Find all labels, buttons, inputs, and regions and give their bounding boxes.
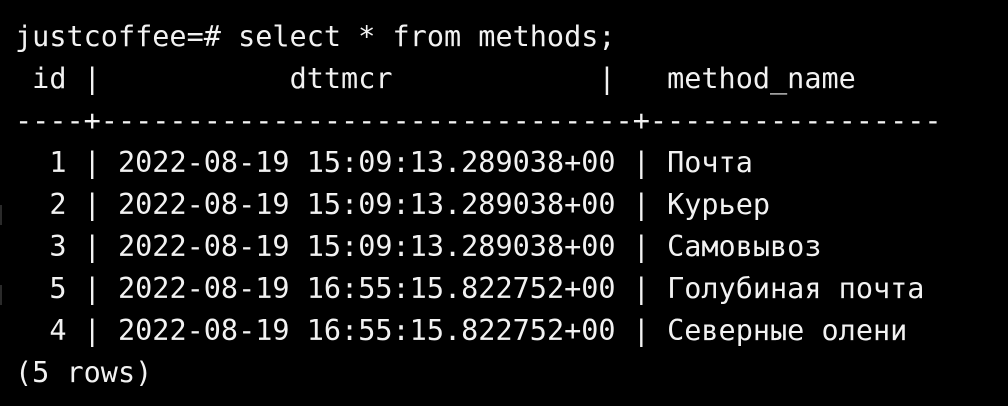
sql-command: select * from methods; (238, 20, 616, 53)
cell-id: 5 (49, 272, 67, 305)
terminal-window[interactable]: justcoffee=# select * from methods; id |… (0, 0, 1008, 406)
cell-dttmcr: 2022-08-19 15:09:13.289038+00 (117, 230, 616, 263)
row-count-footer: (5 rows) (15, 356, 153, 389)
cell-id: 3 (49, 230, 67, 263)
table-row: 1 | 2022-08-19 15:09:13.289038+00 | Почт… (49, 146, 753, 179)
cell-dttmcr: 2022-08-19 16:55:15.822752+00 (117, 314, 616, 347)
cell-method-name: Голубиная почта (667, 272, 925, 305)
command-line: justcoffee=# select * from methods; (15, 16, 616, 58)
cell-method-name: Северные олени (667, 314, 908, 347)
cell-method-name: Курьер (667, 188, 771, 221)
cell-method-name: Самовывоз (667, 230, 822, 263)
table-row: 4 | 2022-08-19 16:55:15.822752+00 | Севе… (49, 314, 908, 347)
table-separator: ----+-------------------------------+---… (15, 104, 942, 137)
cell-id: 4 (49, 314, 67, 347)
table-header-row: id | dttmcr | method_name (32, 62, 856, 95)
column-header-id: id (32, 62, 67, 95)
table-row: 3 | 2022-08-19 15:09:13.289038+00 | Само… (49, 230, 822, 263)
window-edge-mark (0, 285, 2, 305)
table-row: 5 | 2022-08-19 16:55:15.822752+00 | Голу… (49, 272, 925, 305)
cell-dttmcr: 2022-08-19 15:09:13.289038+00 (117, 188, 616, 221)
cell-id: 1 (49, 146, 67, 179)
cell-dttmcr: 2022-08-19 16:55:15.822752+00 (117, 272, 616, 305)
column-header-method-name: method_name (667, 62, 856, 95)
cell-dttmcr: 2022-08-19 15:09:13.289038+00 (117, 146, 616, 179)
table-row: 2 | 2022-08-19 15:09:13.289038+00 | Курь… (49, 188, 771, 221)
window-edge-mark (0, 205, 2, 225)
cell-method-name: Почта (667, 146, 753, 179)
psql-prompt: justcoffee=# (15, 20, 221, 53)
cell-id: 2 (49, 188, 67, 221)
column-header-dttmcr: dttmcr (289, 62, 393, 95)
